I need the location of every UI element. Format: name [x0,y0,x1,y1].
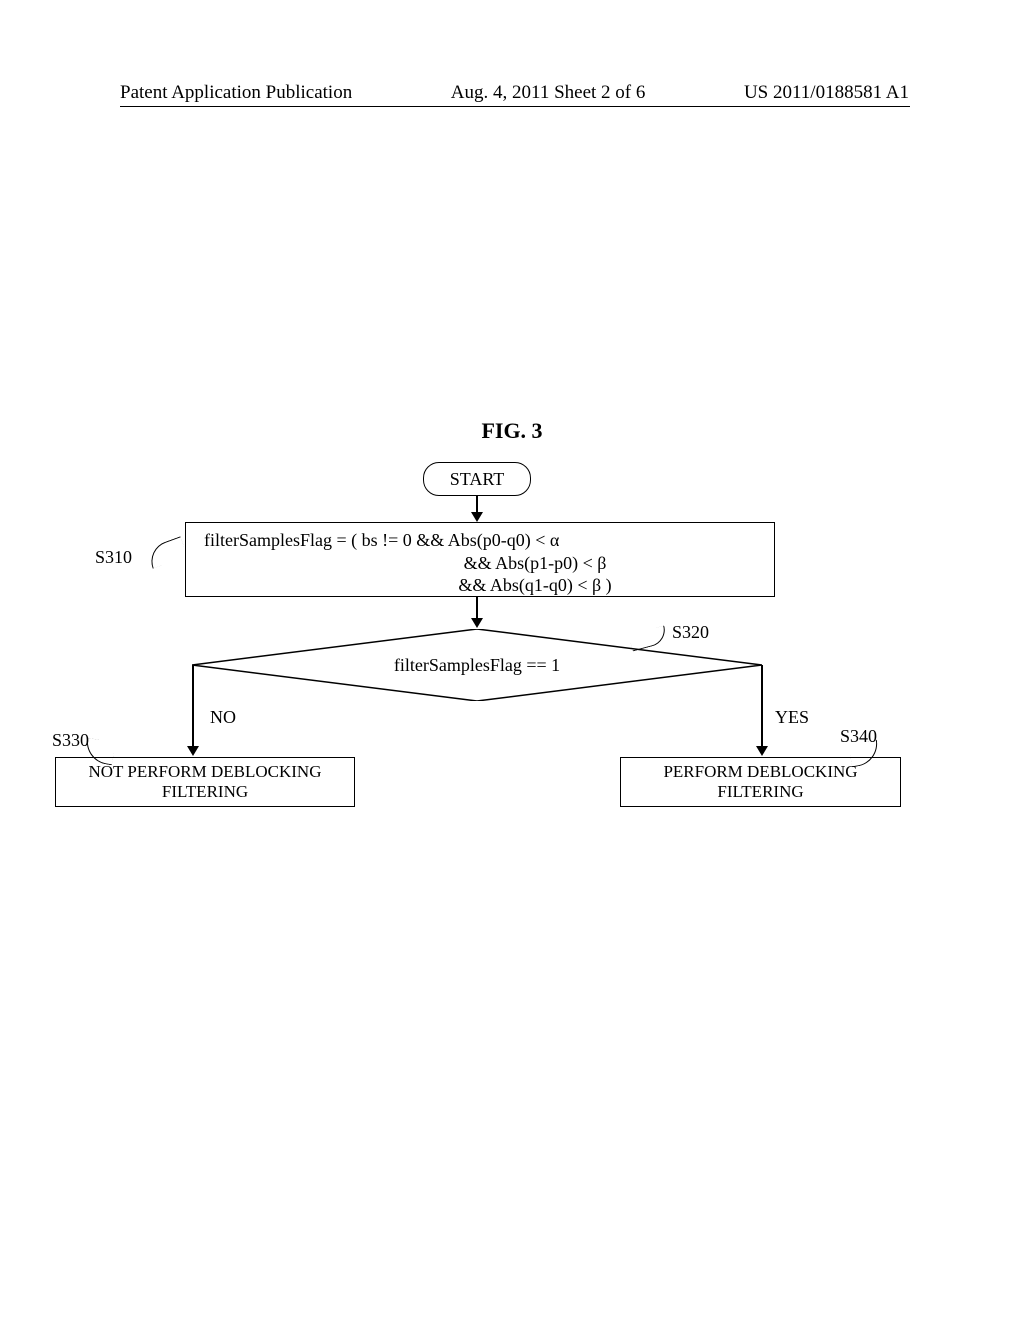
header-left: Patent Application Publication [120,82,352,104]
label-yes: YES [775,707,809,728]
arrowhead-icon [471,618,483,628]
start-node: START [423,462,531,496]
header-right: US 2011/0188581 A1 [744,82,909,104]
connector-s310 [146,536,188,568]
process-s330: NOT PERFORM DEBLOCKING FILTERING [55,757,355,807]
page-header: Patent Application Publication Aug. 4, 2… [0,82,1024,104]
start-label: START [450,469,504,490]
process-line2: && Abs(p1-p0) < β [464,553,607,573]
decision-text: filterSamplesFlag == 1 [394,655,560,676]
arrowhead-icon [187,746,199,756]
process-s310: filterSamplesFlag = ( bs != 0 && Abs(p0-… [185,522,775,597]
box-no-text: NOT PERFORM DEBLOCKING FILTERING [56,762,354,803]
figure-title: FIG. 3 [0,418,1024,444]
arrowhead-icon [471,512,483,522]
label-s310: S310 [95,547,132,568]
arrow-no-branch [192,665,194,753]
header-divider [120,106,910,107]
label-s330: S330 [52,730,89,751]
arrowhead-icon [756,746,768,756]
label-no: NO [210,707,236,728]
header-center: Aug. 4, 2011 Sheet 2 of 6 [451,82,646,104]
process-line3: && Abs(q1-q0) < β ) [458,575,611,595]
process-s340: PERFORM DEBLOCKING FILTERING [620,757,901,807]
process-line1: filterSamplesFlag = ( bs != 0 && Abs(p0-… [204,530,559,550]
arrow-yes-branch [761,665,763,753]
box-yes-text: PERFORM DEBLOCKING FILTERING [621,762,900,803]
label-s320: S320 [672,622,709,643]
